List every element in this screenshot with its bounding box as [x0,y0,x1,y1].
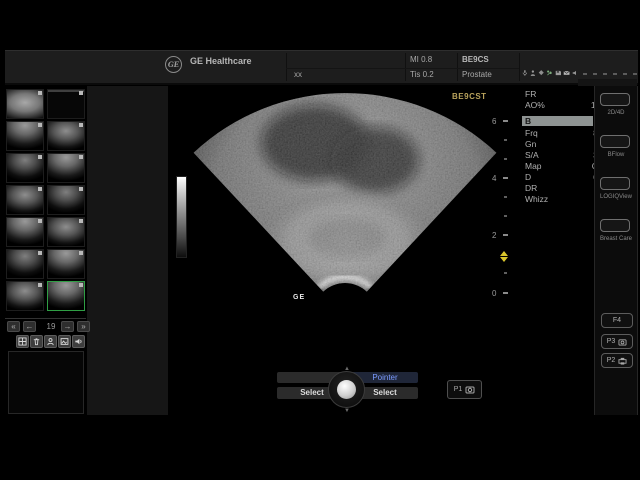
key-2d4d-label: 2D/4D [594,110,638,116]
depth-tick-4: 4 [492,174,496,183]
clipboard-pager: « ← 19 → » [5,321,87,333]
ge-watermark: GE [293,294,305,301]
thumbnail[interactable] [6,89,44,119]
key-bflow-button[interactable] [600,135,630,148]
param-ao: AO%100 [525,100,545,110]
divider [286,68,519,69]
depth-tick-6: 6 [492,117,496,126]
trackball[interactable] [337,380,356,399]
thumbnail-selected[interactable] [47,281,85,311]
patient-icon [530,68,536,78]
key-2d4d-button[interactable] [600,93,630,106]
thumbnail[interactable] [6,153,44,183]
f4-button[interactable]: F4 [601,313,633,328]
mic-icon [522,68,528,78]
thumbnail[interactable] [47,185,85,215]
divider [519,53,520,81]
page-indicator: 19 [41,322,61,331]
patient-images-button[interactable] [44,335,57,348]
camera-icon [618,338,627,346]
tis-readout: Tis 0.2 [410,70,434,79]
depth-minor-tick [504,139,507,141]
save-disk-icon [555,68,561,78]
key-logiqview-button[interactable] [600,177,630,190]
key-logiqview-label: LOGIQView [594,194,638,200]
clipboard-preview-box [8,351,84,414]
p3-button[interactable]: P3 [601,334,633,349]
thumbnail[interactable] [47,217,85,247]
next-page-button[interactable]: → [61,321,74,332]
depth-minor-tick [504,215,507,217]
p2-button[interactable]: P2 [601,353,633,368]
thumbnail[interactable] [47,89,85,119]
camera-icon [465,385,475,394]
last-page-button[interactable]: » [77,321,90,332]
param-whizz: WhizzOff [525,194,548,204]
grayscale-bar [176,176,187,258]
mi-readout: MI 0.8 [410,55,432,64]
param-d: D6.0 [525,172,531,182]
prev-page-button[interactable]: ← [23,321,36,332]
thumbnail[interactable] [47,121,85,151]
depth-tick-0: 0 [492,289,496,298]
trash-icon [32,337,41,346]
key-bflow-label: BFlow [594,152,638,158]
indicator-dots [583,72,637,76]
param-frq: Frq8.0 [525,128,538,138]
printer-icon [618,357,627,365]
thumbnail[interactable] [47,249,85,279]
depth-tick-2: 2 [492,231,496,240]
patient-id-field[interactable]: xx [294,70,302,79]
depth-minor-tick [504,158,507,160]
thumbnail[interactable] [6,217,44,247]
active-probe-label: BE9CST [452,92,487,101]
status-icon-tray [522,66,578,80]
divider [286,53,287,81]
grid-icon [18,337,27,346]
thumbnail[interactable] [6,185,44,215]
thumbnail[interactable] [6,281,44,311]
divider [457,53,458,81]
audio-button[interactable] [72,335,85,348]
delete-image-button[interactable] [30,335,43,348]
mail-icon [563,68,570,78]
param-fr: FR46 [525,89,536,99]
param-map: MapC/0 [525,161,542,171]
network-icon [538,68,544,78]
save-image-button[interactable] [58,335,71,348]
ultrasound-screen: GE GE Healthcare xx MI 0.8 Tis 0.2 BE9CS… [0,0,640,480]
depth-minor-tick [504,196,507,198]
clipboard-panel [87,86,168,415]
p1-button[interactable]: P1 [447,380,482,399]
trackball-up-tick: ▲ [344,366,350,372]
trackball-down-tick: ▼ [344,408,350,414]
param-dr: DR69 [525,183,537,193]
patient-icon [46,337,55,346]
key-breastcare-label: Breast Care [594,236,638,242]
thumbnail[interactable] [47,153,85,183]
speaker-icon [572,68,578,78]
preset-name: Prostate [462,70,492,79]
layout-grid-button[interactable] [16,335,29,348]
thumbnail-grid [6,89,86,317]
param-gn: Gn41 [525,139,536,149]
depth-minor-tick [504,272,507,274]
divider [405,53,406,81]
probe-name: BE9CS [462,55,489,64]
speaker-icon [74,337,83,346]
clipboard-toolbar [16,335,85,348]
mode-indicator: B [522,116,593,126]
key-breastcare-button[interactable] [600,219,630,232]
thumbnail[interactable] [6,121,44,151]
param-sa: S/A3/4 [525,150,539,160]
ge-logo-icon: GE [165,56,182,73]
thumbnail[interactable] [6,249,44,279]
image-icon [60,337,69,346]
first-page-button[interactable]: « [7,321,20,332]
probe-connect-icon [546,68,552,78]
divider [5,318,86,319]
brand-label: GE Healthcare [190,56,252,66]
